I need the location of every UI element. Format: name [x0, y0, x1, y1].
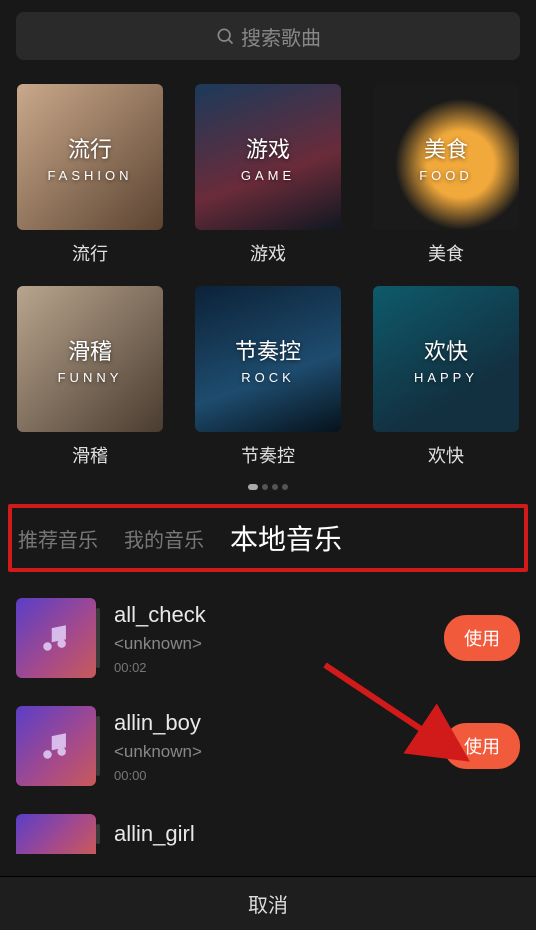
category-food[interactable]: 美食 FOOD 美食	[372, 84, 520, 266]
pager-dot	[262, 484, 268, 490]
category-fashion[interactable]: 流行 FASHION 流行	[16, 84, 164, 266]
song-meta: allin_boy <unknown> 00:00	[114, 710, 426, 783]
song-list: all_check <unknown> 00:02 使用 allin_boy <…	[0, 572, 536, 868]
category-en: FASHION	[47, 168, 132, 183]
song-meta: all_check <unknown> 00:02	[114, 602, 426, 675]
category-label: 节奏控	[241, 442, 295, 468]
song-title: allin_boy	[114, 710, 426, 736]
category-en: FUNNY	[58, 370, 123, 385]
category-label: 美食	[428, 240, 464, 266]
category-en: FOOD	[419, 168, 473, 183]
song-title: all_check	[114, 602, 426, 628]
category-cn: 滑稽	[68, 334, 112, 366]
song-duration: 00:02	[114, 660, 426, 675]
category-cn: 流行	[68, 132, 112, 164]
category-rock[interactable]: 节奏控 ROCK 节奏控	[194, 286, 342, 468]
use-button[interactable]: 使用	[444, 723, 520, 769]
category-thumb: 流行 FASHION	[17, 84, 163, 230]
category-label: 滑稽	[72, 442, 108, 468]
category-game[interactable]: 游戏 GAME 游戏	[194, 84, 342, 266]
category-thumb: 欢快 HAPPY	[373, 286, 519, 432]
category-funny[interactable]: 滑稽 FUNNY 滑稽	[16, 286, 164, 468]
category-thumb: 游戏 GAME	[195, 84, 341, 230]
category-label: 流行	[72, 240, 108, 266]
song-cover	[16, 706, 96, 786]
tab-local[interactable]: 本地音乐	[230, 518, 342, 558]
category-en: ROCK	[241, 370, 295, 385]
search-icon	[215, 26, 235, 46]
song-cover	[16, 598, 96, 678]
category-cn: 游戏	[246, 132, 290, 164]
music-note-icon	[39, 621, 73, 655]
category-cn: 节奏控	[235, 334, 301, 366]
category-thumb: 节奏控 ROCK	[195, 286, 341, 432]
category-label: 欢快	[428, 442, 464, 468]
category-cn: 欢快	[424, 334, 468, 366]
song-row[interactable]: allin_boy <unknown> 00:00 使用	[16, 692, 520, 800]
song-duration: 00:00	[114, 768, 426, 783]
music-tabs: 推荐音乐 我的音乐 本地音乐	[8, 504, 528, 572]
category-en: GAME	[241, 168, 295, 183]
category-thumb: 美食 FOOD	[373, 84, 519, 230]
pager-dot	[248, 484, 258, 490]
category-happy[interactable]: 欢快 HAPPY 欢快	[372, 286, 520, 468]
category-label: 游戏	[250, 240, 286, 266]
song-cover	[16, 814, 96, 854]
pager-dot	[282, 484, 288, 490]
song-row[interactable]: allin_girl	[16, 800, 520, 868]
song-row[interactable]: all_check <unknown> 00:02 使用	[16, 584, 520, 692]
use-button[interactable]: 使用	[444, 615, 520, 661]
search-placeholder: 搜索歌曲	[241, 22, 321, 51]
music-note-icon	[39, 729, 73, 763]
pager-dots	[0, 484, 536, 490]
pager-dot	[272, 484, 278, 490]
footer-bar: 取消	[0, 876, 536, 930]
tabs-highlight: 推荐音乐 我的音乐 本地音乐	[8, 504, 528, 572]
tab-recommend[interactable]: 推荐音乐	[18, 524, 98, 553]
category-grid: 流行 FASHION 流行 游戏 GAME 游戏 美食 FOOD 美食 滑稽 F…	[0, 60, 536, 468]
song-meta: allin_girl	[114, 821, 520, 847]
category-en: HAPPY	[414, 370, 478, 385]
category-thumb: 滑稽 FUNNY	[17, 286, 163, 432]
tab-mine[interactable]: 我的音乐	[124, 524, 204, 553]
song-artist: <unknown>	[114, 634, 426, 654]
song-artist: <unknown>	[114, 742, 426, 762]
cancel-button[interactable]: 取消	[248, 889, 288, 918]
song-title: allin_girl	[114, 821, 520, 847]
search-bar[interactable]: 搜索歌曲	[16, 12, 520, 60]
category-cn: 美食	[424, 132, 468, 164]
